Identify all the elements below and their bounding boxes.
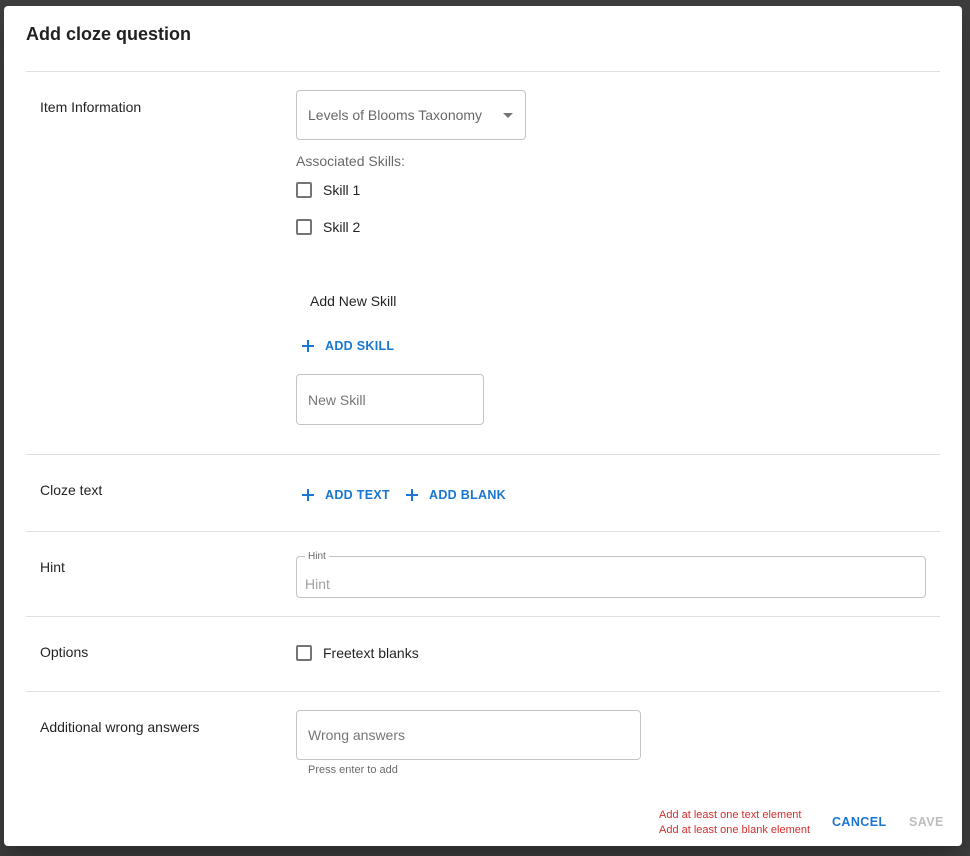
dropdown-arrow-icon [503, 113, 513, 118]
add-blank-button-label: ADD BLANK [429, 488, 506, 502]
plus-icon [302, 489, 314, 501]
plus-icon [406, 489, 418, 501]
options-label: Options [40, 644, 89, 660]
add-text-button-label: ADD TEXT [325, 488, 390, 502]
add-new-skill-label: Add New Skill [310, 293, 397, 309]
skill-1-label: Skill 1 [323, 182, 361, 198]
cancel-button[interactable]: CANCEL [832, 815, 886, 829]
divider [26, 691, 940, 692]
wrong-answers-input[interactable] [296, 710, 641, 760]
freetext-blanks-checkbox[interactable] [296, 645, 312, 661]
skill-checkbox-row[interactable]: Skill 2 [296, 216, 360, 238]
skill-checkbox-row[interactable]: Skill 1 [296, 179, 360, 201]
add-skill-button[interactable]: ADD SKILL [302, 339, 394, 353]
cloze-text-label: Cloze text [40, 482, 103, 498]
divider [26, 454, 940, 455]
dialog-title: Add cloze question [26, 24, 192, 44]
wrong-answers-label: Additional wrong answers [40, 719, 200, 735]
taxonomy-select[interactable]: Levels of Blooms Taxonomy [296, 90, 526, 140]
associated-skills-label: Associated Skills: [296, 153, 405, 169]
divider [26, 531, 940, 532]
save-button[interactable]: SAVE [909, 815, 944, 829]
new-skill-input[interactable] [296, 374, 484, 425]
hint-input[interactable] [305, 574, 905, 594]
hint-field: Hint [296, 551, 926, 598]
add-skill-button-label: ADD SKILL [325, 339, 395, 353]
wrong-answers-helper-text: Press enter to add [308, 764, 398, 776]
taxonomy-select-value: Levels of Blooms Taxonomy [308, 107, 483, 123]
error-message: Add at least one text element [659, 809, 802, 821]
plus-icon [302, 340, 314, 352]
add-text-button[interactable]: ADD TEXT [302, 488, 390, 502]
add-cloze-question-dialog: Add cloze question Item Information Leve… [4, 6, 962, 846]
divider [26, 71, 940, 72]
skill-2-label: Skill 2 [323, 219, 361, 235]
add-blank-button[interactable]: ADD BLANK [406, 488, 506, 502]
hint-field-legend: Hint [308, 551, 326, 562]
hint-label: Hint [40, 559, 65, 575]
skill-1-checkbox[interactable] [296, 182, 312, 198]
item-information-label: Item Information [40, 99, 142, 115]
skill-2-checkbox[interactable] [296, 219, 312, 235]
freetext-blanks-row[interactable]: Freetext blanks [296, 642, 419, 664]
error-message: Add at least one blank element [659, 824, 811, 836]
divider [26, 616, 940, 617]
freetext-blanks-label: Freetext blanks [323, 645, 419, 661]
